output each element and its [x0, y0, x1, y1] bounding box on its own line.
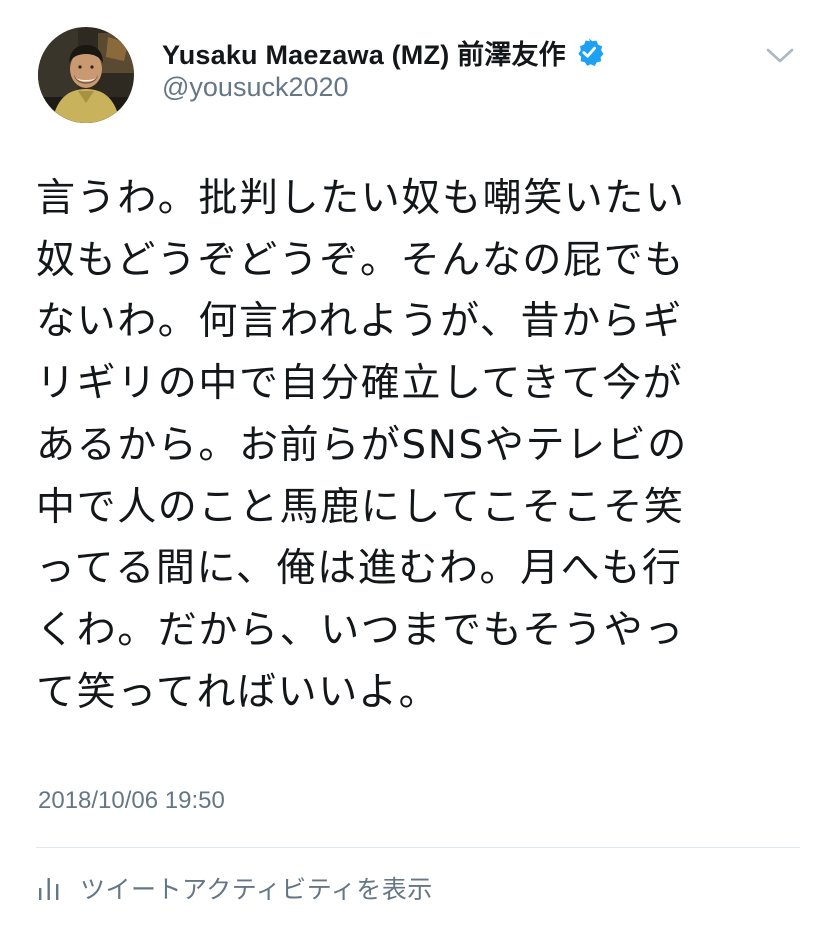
tweet-text-line: ってる間に、俺は進むわ。月へも行	[36, 546, 683, 592]
tweet-activity-link[interactable]: ツイートアクティビティを表示	[36, 868, 433, 908]
tweet-detail: Yusaku Maezawa (MZ) 前澤友作 @yousuck2020 言う…	[0, 0, 828, 936]
tweet-text: 言うわ。批判したい奴も嘲笑いたい 奴もどうぞどうぞ。そんなの屁でも ないわ。何言…	[36, 168, 786, 723]
display-name-row[interactable]: Yusaku Maezawa (MZ) 前澤友作	[162, 33, 604, 71]
tweet-text-line: 中で人のこと馬鹿にしてこそこそ笑	[36, 484, 685, 530]
divider	[36, 847, 800, 848]
tweet-text-line: くわ。だから、いつまでもそうやっ	[36, 607, 685, 653]
tweet-text-line: あるから。お前らがSNSやテレビの	[36, 422, 688, 468]
bar-chart-icon	[36, 875, 62, 901]
tweet-text-line: 言うわ。批判したい奴も嘲笑いたい	[36, 176, 686, 221]
chevron-down-icon[interactable]	[763, 44, 797, 68]
tweet-text-line: ないわ。何言われようが、昔からギ	[36, 299, 683, 345]
tweet-text-line: リギリの中で自分確立してきて今が	[36, 361, 684, 407]
tweet-activity-label[interactable]: ツイートアクティビティを表示	[80, 870, 433, 906]
tweet-timestamp[interactable]: 2018/10/06 19:50	[38, 787, 225, 815]
display-name[interactable]: Yusaku Maezawa (MZ) 前澤友作	[162, 33, 566, 72]
avatar[interactable]	[38, 27, 134, 123]
user-handle[interactable]: @yousuck2020	[162, 72, 349, 103]
profile-photo	[38, 27, 134, 123]
tweet-text-line: て笑ってればいいよ。	[36, 669, 440, 715]
verified-badge-icon	[574, 37, 604, 67]
tweet-text-line: 奴もどうぞどうぞ。そんなの屁でも	[36, 237, 685, 283]
